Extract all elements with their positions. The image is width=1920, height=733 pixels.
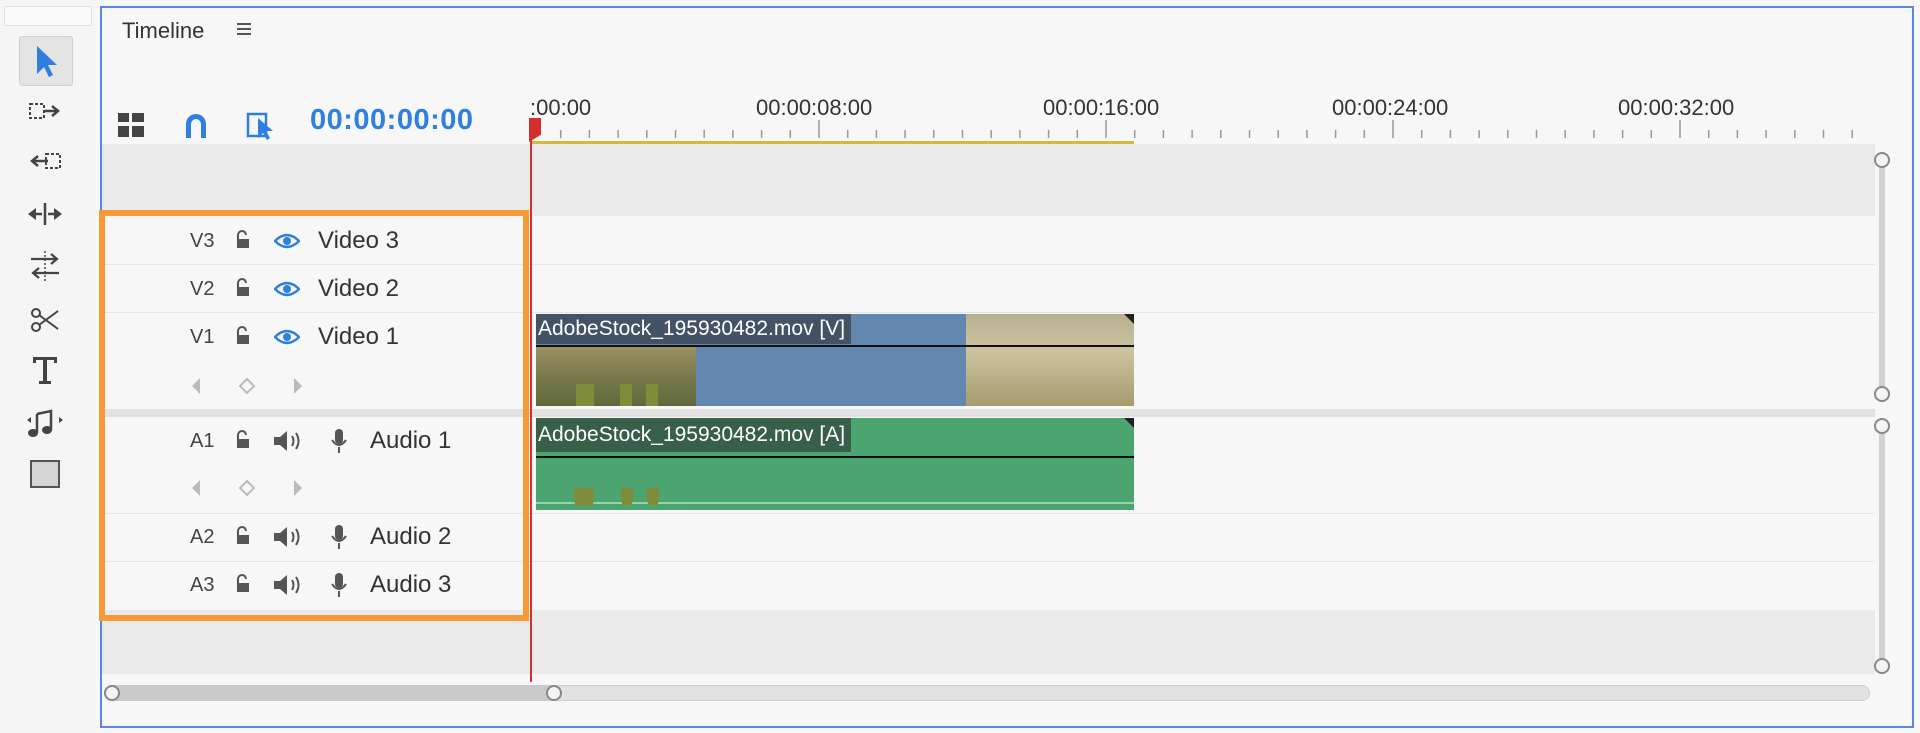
- clip-end-marker: [1124, 314, 1134, 324]
- snap-magnet-icon[interactable]: [181, 110, 211, 145]
- rectangle-tool[interactable]: [19, 450, 71, 498]
- selection-tool[interactable]: [19, 36, 73, 86]
- ripple-edit-icon: [30, 153, 61, 169]
- ripple-edit-tool[interactable]: [19, 138, 71, 186]
- audio-vertical-scrollbar[interactable]: [1874, 418, 1890, 674]
- panel-title: Timeline: [122, 18, 205, 43]
- arrow-icon: [37, 46, 57, 77]
- zoom-handle-right[interactable]: [546, 685, 562, 701]
- clip-thumbnail: [536, 346, 696, 406]
- audio-marker: [621, 488, 633, 506]
- ruler-label: 00:00:24:00: [1332, 95, 1449, 120]
- tools-panel: [0, 0, 96, 733]
- rolling-edit-icon: [28, 203, 62, 225]
- tools-panel-header: [4, 6, 92, 26]
- audio-clip[interactable]: AdobeStock_195930482.mov [A]: [536, 418, 1134, 510]
- slip-icon: [31, 251, 59, 281]
- audio-marker: [647, 488, 659, 506]
- rolling-edit-tool[interactable]: [19, 190, 71, 238]
- clip-end-marker: [1124, 418, 1134, 428]
- ruler-label: 00:00:32:00: [1618, 95, 1735, 120]
- video-vertical-scrollbar[interactable]: [1874, 152, 1890, 402]
- clip-label-divider: [536, 456, 1134, 458]
- audio-marker: [574, 488, 594, 506]
- rectangle-icon: [30, 460, 60, 488]
- music-icon: [27, 409, 63, 437]
- video-clip[interactable]: AdobeStock_195930482.mov [V]: [536, 314, 1134, 406]
- type-icon: [33, 357, 57, 384]
- nest-sequence-icon[interactable]: [116, 110, 146, 145]
- slip-tool[interactable]: [19, 242, 71, 290]
- scissors-icon: [31, 308, 59, 332]
- zoom-handle-left[interactable]: [104, 685, 120, 701]
- track-select-forward-tool[interactable]: [19, 88, 71, 136]
- empty-track-region: [102, 144, 1875, 216]
- track-headers-highlight: [99, 210, 529, 621]
- track-select-icon: [29, 103, 60, 119]
- ruler-label: 00:00:08:00: [756, 95, 873, 120]
- type-tool[interactable]: [19, 346, 71, 394]
- playhead-timecode[interactable]: 00:00:00:00: [310, 104, 474, 137]
- clip-label: AdobeStock_195930482.mov [V]: [536, 314, 852, 344]
- clip-label: AdobeStock_195930482.mov [A]: [536, 418, 852, 452]
- clip-thumbnail: [966, 314, 1134, 406]
- linked-selection-icon[interactable]: [246, 110, 278, 145]
- ruler-label: :00:00: [530, 95, 592, 120]
- time-ruler[interactable]: [530, 120, 1875, 146]
- ruler-label: 00:00:16:00: [1043, 95, 1160, 120]
- clip-label-divider: [536, 345, 1134, 347]
- playhead-line[interactable]: [530, 118, 532, 682]
- horizontal-zoom-scrollbar[interactable]: [104, 683, 1872, 703]
- remix-tool[interactable]: [19, 400, 71, 448]
- hamburger-icon[interactable]: [236, 22, 252, 41]
- razor-tool[interactable]: [19, 296, 71, 344]
